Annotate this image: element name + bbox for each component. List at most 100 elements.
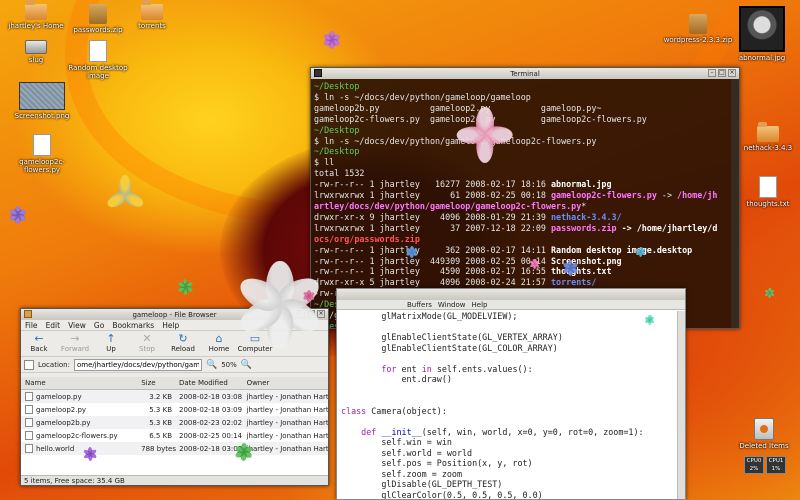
- desktop-icon-screenshot[interactable]: Screenshot.png: [2, 82, 82, 120]
- menu-help[interactable]: Help: [472, 301, 488, 309]
- code-token: glDisable(GL_DEPTH_TEST): [341, 479, 503, 489]
- menu-buffers[interactable]: Buffers: [407, 301, 432, 309]
- code-line: glEnableClientState(GL_COLOR_ARRAY): [341, 343, 685, 354]
- python-file-icon: [25, 392, 33, 401]
- terminal-titlebar[interactable]: Terminal – □ ×: [311, 68, 739, 79]
- menu-help[interactable]: Help: [162, 321, 179, 330]
- editor-window[interactable]: Buffers Window Help glMatrixMode(GL_MODE…: [336, 288, 686, 500]
- desktop-icon-label: abnormal.jpg: [738, 54, 786, 62]
- code-token: glEnableClientState(GL_COLOR_ARRAY): [341, 342, 558, 353]
- toolbar-label: Forward: [60, 345, 90, 353]
- column-owner[interactable]: Owner: [243, 379, 328, 387]
- python-file-icon: [25, 418, 33, 427]
- terminal-text: nethack-3.4.3/: [550, 211, 622, 222]
- terminal-scrollbar[interactable]: [731, 79, 739, 328]
- column-date[interactable]: Date Modified: [175, 379, 243, 387]
- forward-button[interactable]: → Forward: [60, 333, 90, 354]
- code-token: class: [341, 405, 367, 416]
- up-button[interactable]: ↑ Up: [96, 332, 126, 354]
- file-row[interactable]: hello.world 788 bytes2008-02-18 03:02:00j…: [21, 442, 328, 455]
- desktop-icon-torrents[interactable]: torrents: [112, 0, 192, 30]
- file-row[interactable]: gameloop.py 3.2 KB 2008-02-18 03:08:52jhar…: [21, 390, 328, 403]
- flower-petal: [456, 126, 485, 144]
- cpu1-monitor[interactable]: CPU1 1%: [766, 456, 786, 474]
- flower-icon: [456, 107, 513, 163]
- file-name-text: gameloop2.py: [36, 405, 87, 414]
- zoom-out-icon[interactable]: 🔍: [206, 360, 217, 370]
- menu-bookmarks[interactable]: Bookmarks: [112, 321, 154, 330]
- file-size: 3.2 KB: [149, 392, 172, 401]
- menu-edit[interactable]: Edit: [46, 321, 61, 330]
- desktop-icon-abnormal-jpg[interactable]: abnormal.jpg: [722, 6, 800, 62]
- close-button[interactable]: ×: [728, 69, 736, 77]
- editor-scrollbar[interactable]: [677, 311, 685, 499]
- file-size: 6.5 KB: [149, 431, 172, 440]
- menu-go[interactable]: Go: [94, 321, 104, 330]
- file-date: 2008-02-18 03:02:00: [179, 444, 243, 453]
- menu-window[interactable]: Window: [438, 301, 466, 309]
- code-line: glDisable(GL_DEPTH_TEST): [341, 479, 685, 490]
- editor-titlebar[interactable]: [337, 289, 685, 300]
- location-input[interactable]: [73, 358, 202, 371]
- terminal-title: Terminal: [510, 69, 540, 78]
- file-name-text: hello.world: [36, 444, 75, 453]
- terminal-text: lrwxrwxrwx 1 jhartley 37 2007-12-18 22:0…: [314, 222, 551, 233]
- file-row[interactable]: gameloop2b.py 5.3 KB 2008-02-23 02:02:37jh…: [21, 416, 328, 429]
- file-date: 2008-02-18 03:08:52: [179, 392, 243, 401]
- code-token: self.ents.values():: [431, 363, 533, 374]
- maximize-button[interactable]: □: [718, 69, 726, 77]
- cpu0-monitor[interactable]: CPU0 2%: [744, 456, 764, 474]
- python-file-icon: [25, 444, 33, 453]
- code-token: ent.draw(): [341, 374, 452, 384]
- terminal-text: drwxr-xr-x 5 jhartley 4096 2008-02-24 21…: [314, 277, 551, 288]
- desktop-icon-label: torrents: [138, 22, 166, 30]
- terminal-text: *: [581, 200, 587, 211]
- file-owner: jhartley - Jonathan Hartley: [246, 418, 328, 427]
- stop-button[interactable]: ✕ Stop: [132, 333, 162, 354]
- flower-icon: [764, 288, 776, 298]
- terminal-text: passwords.zip: [550, 222, 617, 233]
- column-size[interactable]: Size: [141, 379, 175, 387]
- flower-icon: [82, 447, 98, 461]
- terminal-text: thoughts.txt: [550, 266, 612, 277]
- flower-icon: [322, 31, 342, 49]
- minimize-button[interactable]: –: [708, 69, 716, 77]
- reload-button[interactable]: ↻ Reload: [168, 333, 198, 354]
- edit-location-icon[interactable]: [24, 359, 34, 370]
- terminal-text: abnormal.jpg: [550, 179, 612, 190]
- file-row[interactable]: gameloop2c-flowers.py 6.5 KB 2008-02-25 00…: [21, 429, 328, 442]
- up-arrow-icon: ↑: [106, 332, 116, 345]
- file-name-text: gameloop2b.py: [36, 418, 91, 427]
- terminal-icon: [314, 69, 322, 77]
- flower-icon: [234, 443, 254, 461]
- folder-icon: [141, 0, 163, 20]
- file-list[interactable]: Name Size Date Modified Owner gameloop.p…: [21, 377, 328, 475]
- column-name[interactable]: Name: [21, 379, 141, 387]
- code-token: in: [421, 363, 432, 374]
- desktop-icon-deleted-items[interactable]: Deleted Items: [724, 418, 800, 450]
- terminal-line: -rw-r--r-- 1 jhartley 449309 2008-02-25 …: [314, 256, 728, 267]
- home-button[interactable]: ⌂ Home: [204, 333, 234, 354]
- terminal-text: drwxr-xr-x 9 jhartley 4096 2008-01-29 21…: [314, 211, 551, 222]
- terminal-text: torrents/: [550, 277, 597, 288]
- terminal-text: ~/Desktop: [314, 124, 360, 135]
- code-line: self.world = world: [341, 448, 685, 459]
- menu-file[interactable]: File: [25, 321, 38, 330]
- python-file-icon: [33, 134, 51, 156]
- terminal-line: $ ll: [314, 157, 728, 168]
- terminal-line: -rw-r--r-- 1 jhartley 4590 2008-02-17 16…: [314, 266, 728, 277]
- zoom-in-icon[interactable]: 🔍: [241, 360, 252, 370]
- desktop-icon-gameloop2c-flowers[interactable]: gameloop2c-flowers.py: [2, 134, 82, 174]
- desktop-icon-random-desktop-image[interactable]: Random desktop image: [58, 40, 138, 80]
- code-token: ent: [396, 363, 422, 374]
- file-row[interactable]: gameloop2.py 5.3 KB 2008-02-18 03:09:19jha…: [21, 403, 328, 416]
- editor-code[interactable]: glMatrixMode(GL_MODELVIEW); glEnableClie…: [337, 311, 685, 499]
- terminal-text: lrwxrwxrwx 1 jhartley 61 2008-02-25 00:1…: [314, 190, 551, 201]
- menu-view[interactable]: View: [68, 321, 86, 330]
- code-line: self.zoom = zoom: [341, 469, 685, 480]
- back-button[interactable]: ← Back: [24, 333, 54, 354]
